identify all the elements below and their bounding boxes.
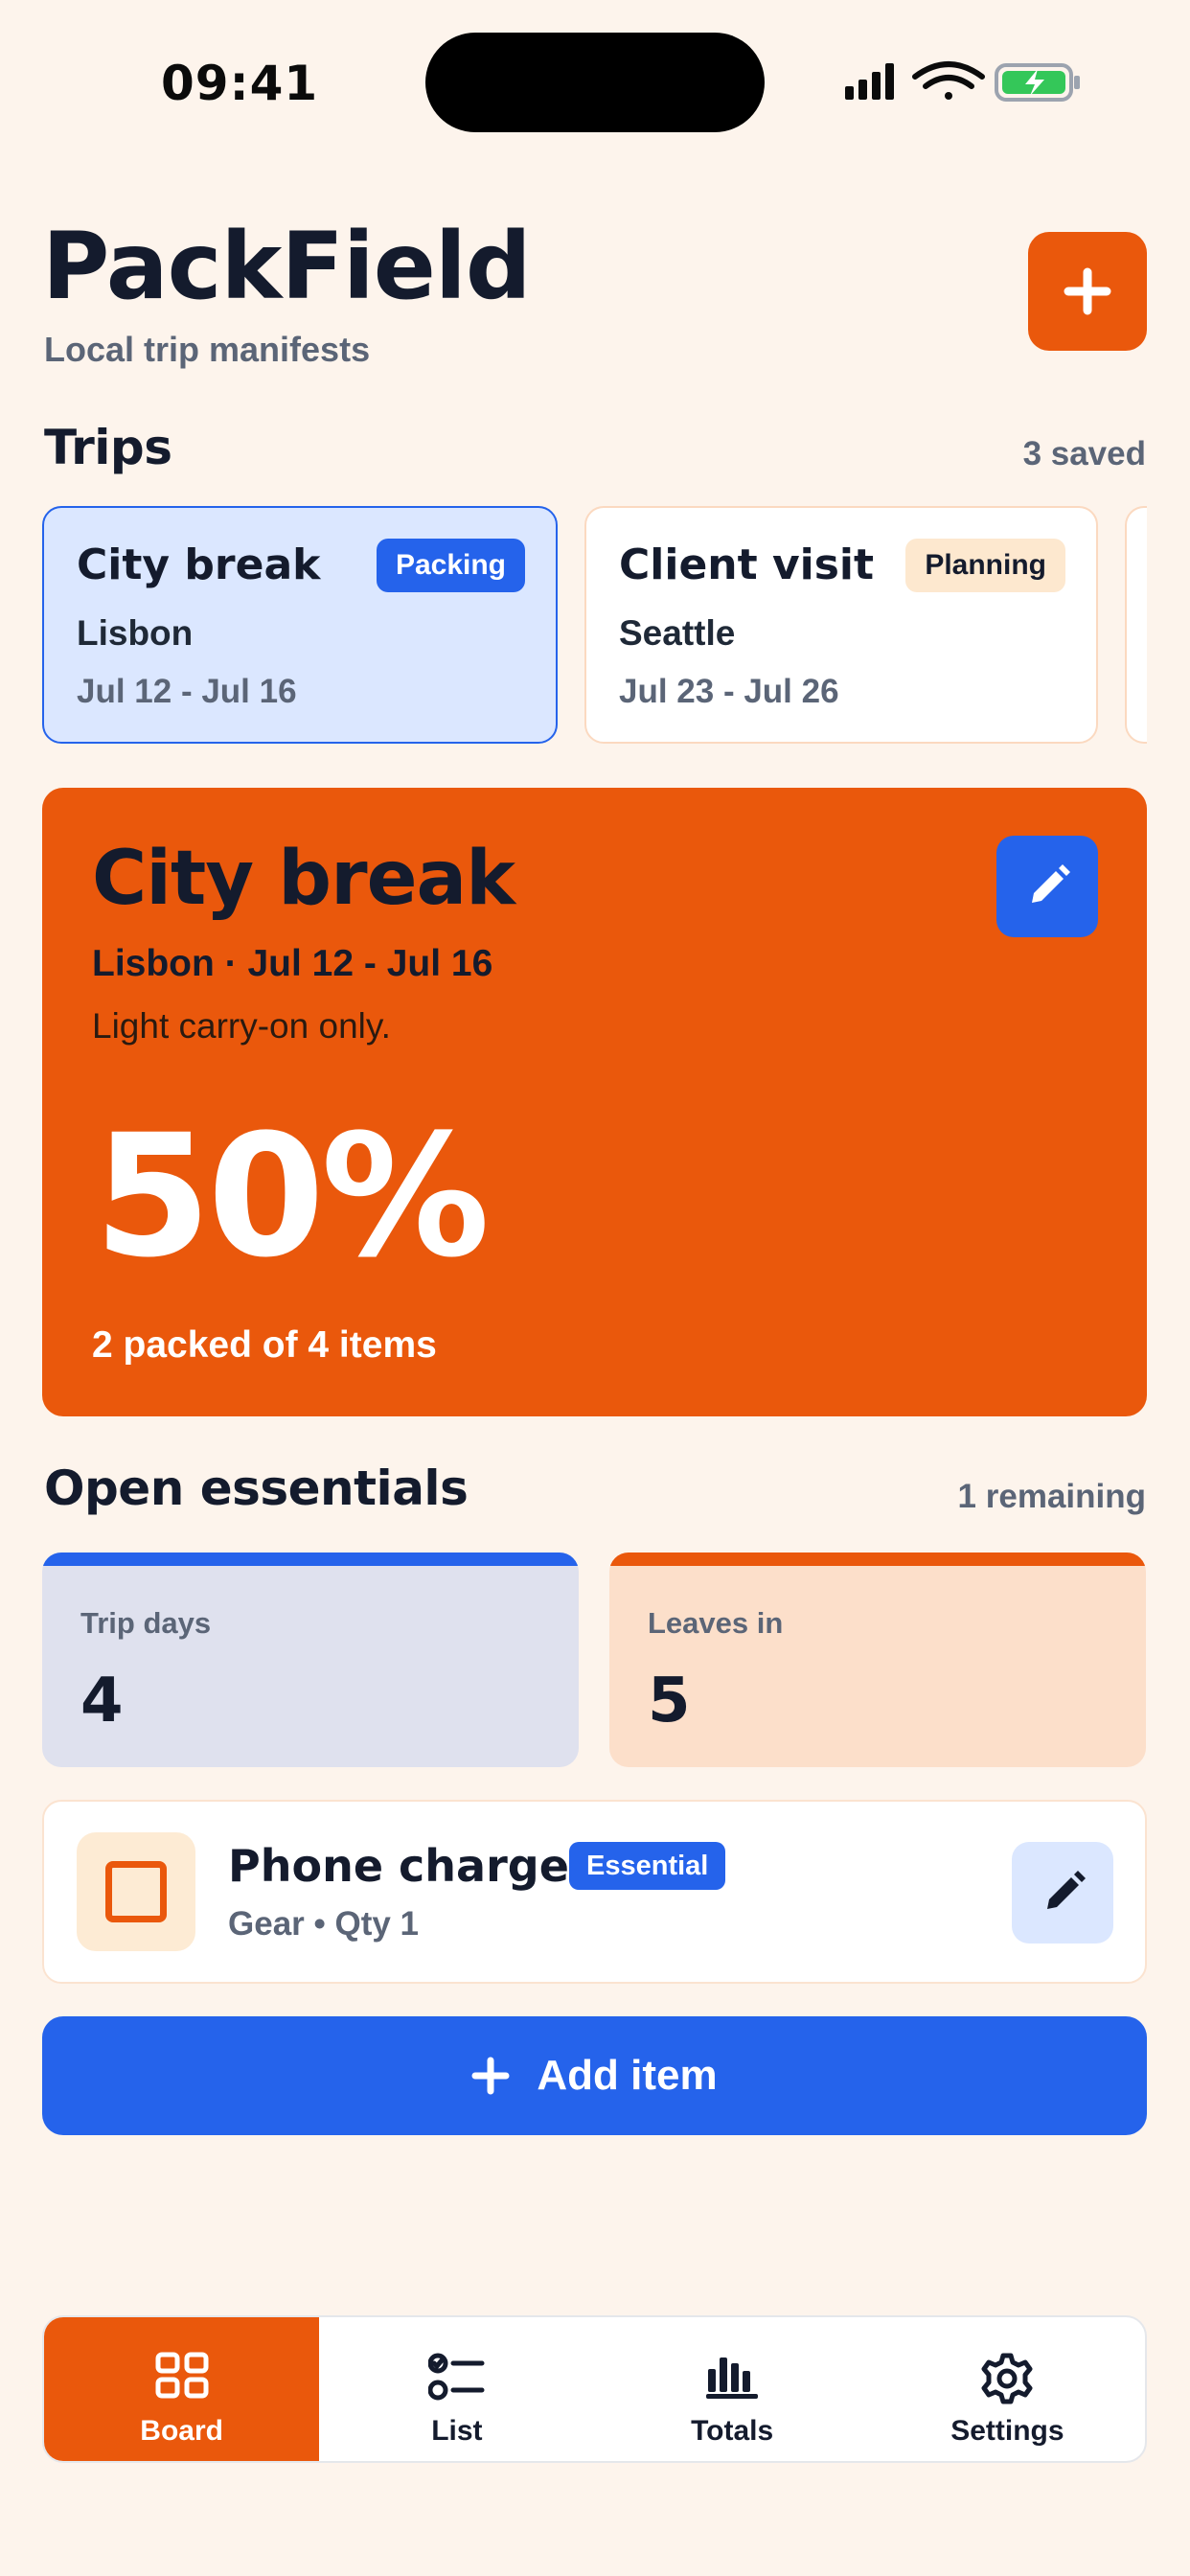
dynamic-island [425,33,765,132]
tab-label: Totals [691,2415,774,2447]
tab-board[interactable]: Board [44,2317,320,2461]
stat-label: Leaves in [648,1606,784,1640]
edit-item-button[interactable] [1012,1842,1113,1944]
app-subtitle: Local trip manifests [44,330,371,369]
cellular-signal-icon [845,63,894,100]
wifi-icon [912,61,985,100]
tab-label: Settings [950,2415,1064,2447]
hero-note: Light carry-on only. [92,1006,391,1046]
tab-list[interactable]: List [319,2317,594,2461]
plus-icon [471,2057,510,2095]
stat-value: 4 [80,1666,124,1736]
add-item-button[interactable]: Add item [42,2016,1147,2135]
tab-bar: Board List Totals Settings [42,2315,1147,2463]
trip-dates: Jul 23 - Jul 26 [619,673,839,710]
edit-trip-button[interactable] [996,836,1098,937]
plus-icon [1064,267,1111,315]
trips-count: 3 saved [1022,435,1146,472]
stat-accent-bar [42,1552,579,1566]
stat-accent-bar [609,1552,1146,1566]
stat-leaves-in: Leaves in 5 [609,1552,1146,1767]
tab-label: List [431,2415,483,2447]
item-meta: Gear • Qty 1 [228,1905,420,1943]
tab-label: Board [140,2415,223,2447]
trip-card-city-break[interactable]: City break Packing Lisbon Jul 12 - Jul 1… [42,506,558,744]
trip-name: City break [77,540,321,589]
trip-status-badge: Planning [905,539,1065,592]
app-title: PackField [42,213,532,320]
item-checkbox[interactable] [105,1861,167,1922]
checklist-icon [427,2353,485,2401]
stat-trip-days: Trip days 4 [42,1552,579,1767]
packed-percent: 50% [94,1098,490,1295]
packed-count: 2 packed of 4 items [92,1324,437,1366]
stat-label: Trip days [80,1606,212,1640]
trips-heading: Trips [44,420,172,475]
gear-icon [981,2353,1033,2404]
trip-status-badge: Packing [376,539,525,592]
add-item-label: Add item [537,2052,718,2099]
grid-icon [155,2352,209,2399]
trip-name: Client visit [619,540,875,589]
trip-dates: Jul 12 - Jul 16 [77,673,297,710]
tab-totals[interactable]: Totals [595,2317,870,2461]
tab-settings[interactable]: Settings [870,2317,1145,2461]
hero-title: City break [92,836,515,922]
status-time: 09:41 [161,56,319,111]
list-item [42,1800,1147,1984]
essentials-heading: Open essentials [44,1460,469,1516]
pencil-icon [1032,864,1070,903]
essentials-remaining: 1 remaining [957,1478,1146,1515]
battery-icon [995,63,1080,102]
essential-badge: Essential [569,1842,726,1890]
trip-city: Lisbon [77,613,194,653]
new-trip-button[interactable] [1028,232,1147,351]
item-name: Phone charger [228,1840,591,1892]
stat-value: 5 [648,1666,691,1736]
pencil-icon [1047,1871,1086,1909]
trip-card-client-visit[interactable]: Client visit Planning Seattle Jul 23 - J… [584,506,1098,744]
trip-city: Seattle [619,613,736,653]
bar-chart-icon [706,2358,759,2399]
scroll-fade [1147,498,1190,751]
hero-meta: Lisbon · Jul 12 - Jul 16 [92,943,493,984]
status-icons [845,61,1080,102]
